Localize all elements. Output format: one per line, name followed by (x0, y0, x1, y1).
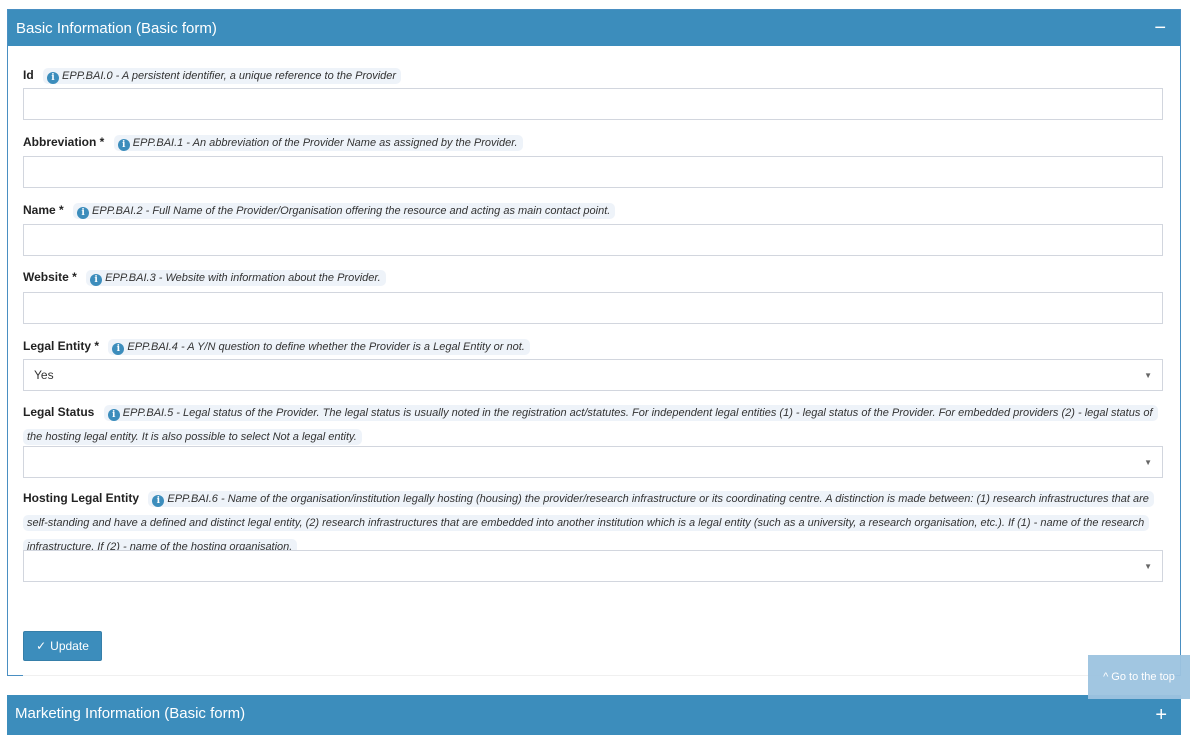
field-label-name: Name * i EPP.BAI.2 - Full Name of the Pro… (23, 199, 1163, 223)
info-icon: i (107, 409, 120, 421)
field-label-abbreviation: Abbreviation * i EPP.BAI.1 - An abbreviat… (23, 131, 1163, 155)
label-legal-status: Legal Status (23, 405, 95, 419)
info-icon: i (77, 207, 90, 219)
label-website: Website * (23, 270, 77, 284)
label-hosting-legal-entity: Hosting Legal Entity (23, 491, 140, 505)
collapse-icon[interactable]: − (1154, 18, 1166, 38)
field-label-id: Id i EPP.BAI.0 - A persistent identifier,… (23, 64, 1163, 88)
panel-title: Basic Information (Basic form) (16, 19, 217, 37)
form-divider (23, 675, 1163, 676)
panel-title: Marketing Information (Basic form) (15, 705, 246, 722)
panel-header-marketing-information[interactable]: Marketing Information (Basic form) + (7, 695, 1181, 735)
legal-entity-select[interactable]: Yes ▼ (23, 359, 1163, 391)
label-name: Name * (23, 203, 64, 217)
abbreviation-input[interactable] (23, 156, 1163, 188)
name-input[interactable] (23, 224, 1163, 256)
hint-name: i EPP.BAI.2 - Full Name of the Provider/O… (73, 203, 616, 219)
label-legal-entity: Legal Entity * (23, 339, 100, 353)
info-icon: i (90, 274, 103, 286)
legal-entity-selected-value: Yes (34, 368, 54, 382)
info-icon: i (117, 139, 130, 151)
id-input[interactable] (23, 88, 1163, 120)
field-label-legal-status: Legal Status i EPP.BAI.5 - Legal status o… (23, 401, 1163, 449)
legal-status-select[interactable]: ▼ (23, 446, 1163, 478)
website-input[interactable] (23, 292, 1163, 324)
info-icon: i (47, 72, 60, 84)
hint-abbreviation: i EPP.BAI.1 - An abbreviation of the Prov… (113, 135, 523, 151)
chevron-up-icon: ^ (1103, 671, 1109, 683)
update-button[interactable]: ✓ Update (23, 631, 102, 661)
field-label-legal-entity: Legal Entity * i EPP.BAI.4 - A Y/N questi… (23, 335, 1163, 359)
field-label-hosting-legal-entity: Hosting Legal Entity i EPP.BAI.6 - Name o… (23, 487, 1163, 559)
go-to-top-label: Go to the top (1111, 671, 1175, 683)
hint-id: i EPP.BAI.0 - A persistent identifier, a … (43, 68, 402, 84)
info-icon: i (112, 343, 125, 355)
update-button-label: Update (50, 639, 89, 653)
label-id: Id (23, 68, 34, 82)
panel-header-basic-information[interactable]: Basic Information (Basic form) − (8, 10, 1180, 46)
dropdown-caret-icon: ▼ (1144, 457, 1152, 467)
marketing-information-panel: Marketing Information (Basic form) + (7, 695, 1181, 735)
hint-legal-status: i EPP.BAI.5 - Legal status of the Provide… (23, 405, 1158, 445)
go-to-top-button[interactable]: ^ Go to the top (1088, 655, 1190, 699)
expand-icon[interactable]: + (1155, 705, 1167, 725)
hint-hosting-legal-entity: i EPP.BAI.6 - Name of the organisation/in… (23, 491, 1154, 555)
info-icon: i (152, 495, 165, 507)
basic-information-panel: Basic Information (Basic form) − Id i EPP… (7, 9, 1181, 676)
hint-website: i EPP.BAI.3 - Website with information ab… (86, 270, 386, 286)
label-abbreviation: Abbreviation * (23, 135, 105, 149)
dropdown-caret-icon: ▼ (1144, 370, 1152, 380)
dropdown-caret-icon: ▼ (1144, 561, 1152, 571)
hint-legal-entity: i EPP.BAI.4 - A Y/N question to define wh… (108, 339, 530, 355)
hosting-legal-entity-select[interactable]: ▼ (23, 550, 1163, 582)
field-label-website: Website * i EPP.BAI.3 - Website with info… (23, 266, 1163, 290)
check-icon: ✓ (36, 639, 47, 653)
